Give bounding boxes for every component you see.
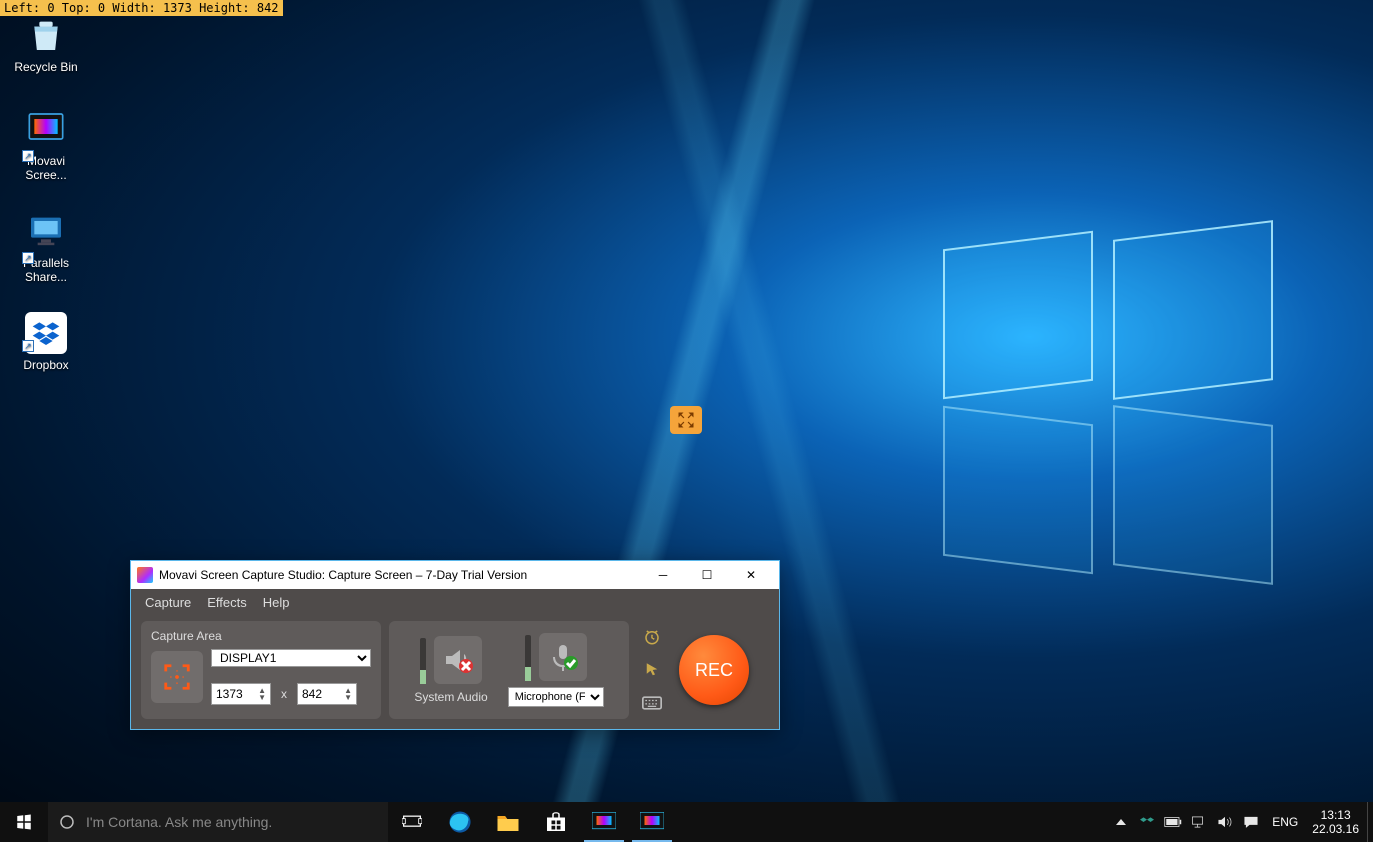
desktop-icon-label: Dropbox — [8, 358, 84, 372]
tray-dropbox-icon[interactable] — [1138, 813, 1156, 831]
desktop-icon-dropbox[interactable]: ↗ Dropbox — [8, 312, 84, 372]
store-icon — [544, 810, 568, 834]
menu-help[interactable]: Help — [263, 595, 290, 610]
movavi-window: Movavi Screen Capture Studio: Capture Sc… — [130, 560, 780, 730]
expand-arrows-icon — [676, 410, 696, 430]
windows-logo — [943, 240, 1273, 570]
movavi-app-icon — [592, 812, 616, 832]
record-button[interactable]: REC — [679, 635, 749, 705]
taskbar-app-store[interactable] — [532, 802, 580, 842]
alarm-clock-icon — [643, 628, 661, 646]
desktop-icon-movavi[interactable]: ↗ Movavi Scree... — [8, 108, 84, 182]
microphone-select[interactable]: Microphone (F — [508, 687, 604, 707]
taskbar-apps — [436, 802, 676, 842]
system-audio-level — [420, 638, 426, 684]
capture-resize-handle[interactable] — [670, 406, 702, 434]
mic-level — [525, 635, 531, 681]
taskbar-app-edge[interactable] — [436, 802, 484, 842]
tray-overflow-button[interactable] — [1112, 813, 1130, 831]
task-view-button[interactable] — [388, 802, 436, 842]
chevron-up-icon — [1115, 816, 1127, 828]
tray-volume-icon[interactable] — [1216, 813, 1234, 831]
language-indicator[interactable]: ENG — [1266, 815, 1304, 829]
menu-capture[interactable]: Capture — [145, 595, 191, 610]
dropbox-small-icon — [1140, 815, 1154, 829]
movavi-app-icon — [640, 812, 664, 832]
tools-column — [637, 621, 667, 719]
tray-power-icon[interactable] — [1164, 813, 1182, 831]
clock-date: 22.03.16 — [1312, 822, 1359, 836]
menu-effects[interactable]: Effects — [207, 595, 247, 610]
cortana-search[interactable]: I'm Cortana. Ask me anything. — [48, 802, 388, 842]
titlebar[interactable]: Movavi Screen Capture Studio: Capture Sc… — [131, 561, 779, 589]
close-button[interactable]: ✕ — [729, 561, 773, 589]
notifications-icon — [1243, 815, 1259, 829]
shortcut-overlay-icon: ↗ — [22, 150, 34, 162]
microphone-enabled-icon — [547, 641, 579, 673]
schedule-button[interactable] — [640, 625, 664, 649]
select-area-button[interactable] — [151, 651, 203, 703]
task-view-icon — [402, 814, 422, 830]
taskbar-app-movavi-1[interactable] — [580, 802, 628, 842]
system-audio-toggle[interactable] — [434, 636, 482, 684]
show-desktop-button[interactable] — [1367, 802, 1373, 842]
capture-area-panel: Capture Area DISPLAY1 1373▲▼ x 842▲▼ — [141, 621, 381, 719]
keyboard-capture-button[interactable] — [640, 691, 664, 715]
capture-area-header: Capture Area — [151, 629, 371, 643]
speaker-muted-icon — [442, 644, 474, 676]
monitor-share-icon — [25, 210, 67, 252]
taskbar: I'm Cortana. Ask me anything. ENG 13:13 … — [0, 802, 1373, 842]
edge-icon — [447, 809, 473, 835]
shortcut-overlay-icon: ↗ — [22, 252, 34, 264]
system-audio-label: System Audio — [414, 690, 487, 704]
taskbar-app-movavi-2[interactable] — [628, 802, 676, 842]
record-panel: REC — [675, 621, 753, 719]
taskbar-app-explorer[interactable] — [484, 802, 532, 842]
cursor-effects-button[interactable] — [640, 658, 664, 682]
desktop-icon-parallels[interactable]: ↗ Parallels Share... — [8, 210, 84, 284]
dimension-separator: x — [281, 687, 287, 701]
menubar: Capture Effects Help — [131, 589, 779, 615]
height-input[interactable]: 842▲▼ — [297, 683, 357, 705]
desktop-icon-label: Recycle Bin — [8, 60, 84, 74]
windows-start-icon — [15, 813, 33, 831]
cortana-circle-icon — [58, 813, 76, 831]
movavi-app-icon — [25, 108, 67, 150]
tray-network-icon[interactable] — [1190, 813, 1208, 831]
microphone-toggle[interactable] — [539, 633, 587, 681]
desktop-icon-label: Parallels Share... — [8, 256, 84, 284]
speaker-icon — [1217, 815, 1233, 829]
maximize-button[interactable]: ☐ — [685, 561, 729, 589]
clock-time: 13:13 — [1312, 808, 1359, 822]
cortana-placeholder: I'm Cortana. Ask me anything. — [86, 814, 272, 830]
system-tray — [1106, 813, 1266, 831]
start-button[interactable] — [0, 802, 48, 842]
window-title: Movavi Screen Capture Studio: Capture Sc… — [159, 568, 527, 582]
recycle-bin-icon — [25, 14, 67, 56]
tray-action-center-icon[interactable] — [1242, 813, 1260, 831]
minimize-button[interactable]: ─ — [641, 561, 685, 589]
crop-target-icon — [162, 662, 192, 692]
keyboard-icon — [642, 696, 662, 710]
desktop-icon-recycle-bin[interactable]: Recycle Bin — [8, 14, 84, 74]
desktop-icon-label: Movavi Scree... — [8, 154, 84, 182]
audio-panel: System Audio Microphone (F — [389, 621, 629, 719]
file-explorer-icon — [496, 811, 520, 833]
network-icon — [1191, 815, 1207, 829]
taskbar-clock[interactable]: 13:13 22.03.16 — [1304, 808, 1367, 836]
movavi-app-icon — [137, 567, 153, 583]
battery-icon — [1164, 816, 1182, 828]
display-select[interactable]: DISPLAY1 — [211, 649, 371, 667]
shortcut-overlay-icon: ↗ — [22, 340, 34, 352]
cursor-icon — [643, 661, 661, 679]
width-input[interactable]: 1373▲▼ — [211, 683, 271, 705]
